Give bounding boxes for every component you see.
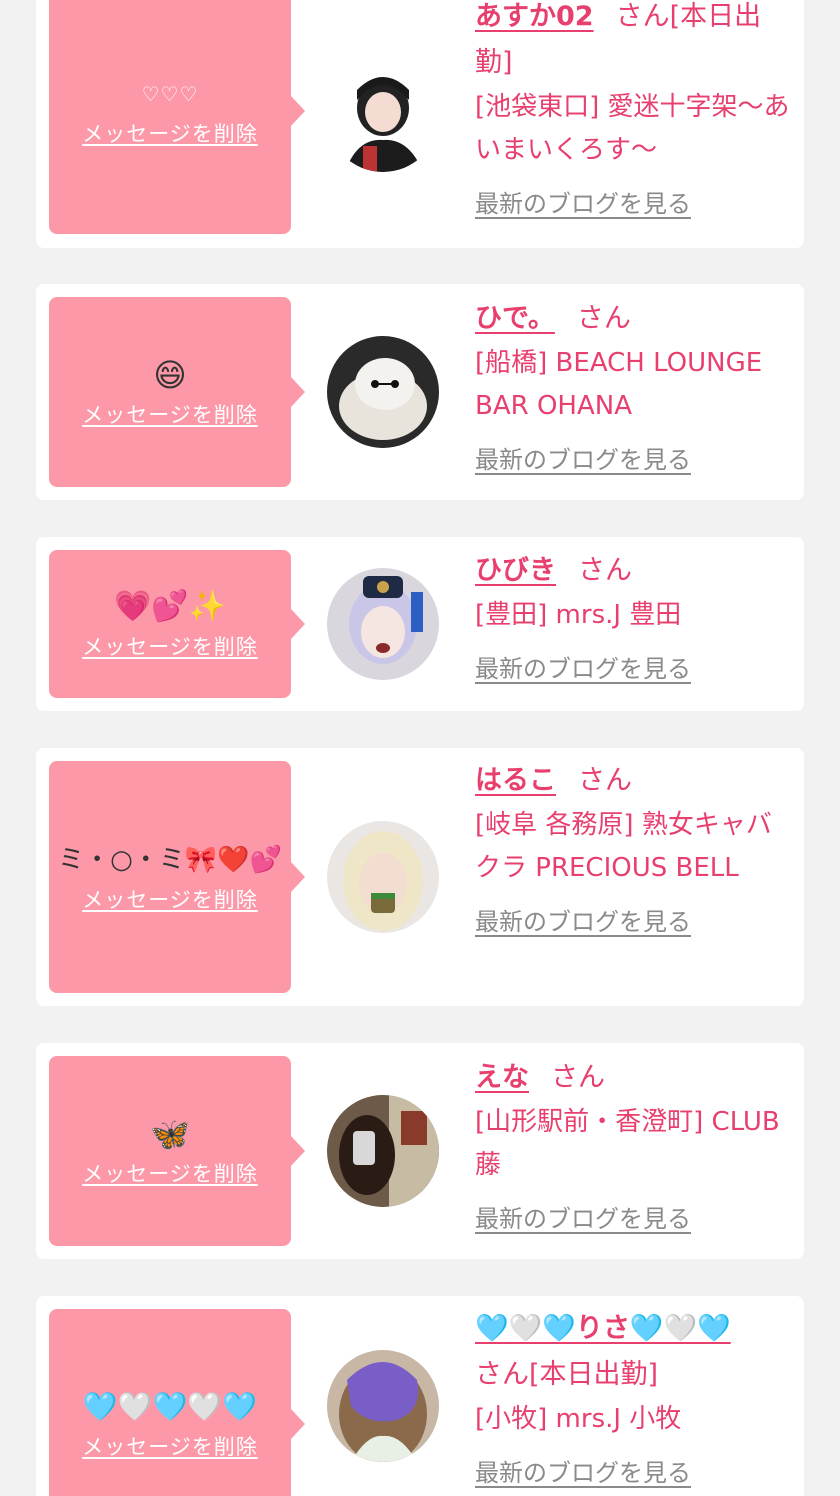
message-bubble: ♡♡♡ メッセージを削除 (49, 0, 305, 234)
latest-blog-link[interactable]: 最新のブログを見る (475, 1199, 691, 1234)
shop-name: [豊田] mrs.J 豊田 (475, 600, 682, 630)
name-suffix: さん (576, 303, 631, 334)
shop-name: [船橋] BEACH LOUNGE BAR OHANA (475, 348, 763, 421)
message-bubble: ミ・○・ミ🎀❤️💕 メッセージを削除 (49, 761, 305, 993)
name-line: あすか02 さん[本日出勤] (475, 0, 793, 86)
delete-message-link[interactable]: メッセージを削除 (82, 1158, 258, 1188)
cast-info: 🩵🤍🩵りさ🩵🤍🩵 さん[本日出勤] [小牧] mrs.J 小牧 最新のブログを見… (475, 1306, 793, 1488)
message-text: 😄 (153, 356, 187, 394)
name-suffix: さん (578, 555, 632, 586)
delete-message-link[interactable]: メッセージを削除 (82, 399, 258, 429)
cast-name-link[interactable]: えな (475, 1062, 529, 1093)
message-bubble: 😄 メッセージを削除 (49, 297, 305, 487)
name-line: はるこ さん (475, 758, 793, 804)
delete-message-link[interactable]: メッセージを削除 (82, 884, 258, 914)
latest-blog-link[interactable]: 最新のブログを見る (475, 649, 691, 684)
message-card: 🩵🤍🩵🤍🩵 メッセージを削除 🩵🤍🩵りさ🩵🤍🩵 さん[本日出勤] [小牧] mr… (36, 1296, 804, 1496)
message-text: ♡♡♡ (141, 82, 199, 106)
cast-name-link[interactable]: 🩵🤍🩵りさ🩵🤍🩵 (475, 1313, 731, 1344)
avatar[interactable] (327, 336, 439, 448)
cast-name-link[interactable]: はるこ (475, 765, 556, 796)
latest-blog-link[interactable]: 最新のブログを見る (475, 1453, 691, 1488)
name-suffix: さん (551, 1062, 605, 1093)
message-card: ♡♡♡ メッセージを削除 あすか02 さん[本日出勤] [池袋東口] 愛迷十字架〜… (36, 0, 804, 248)
latest-blog-link[interactable]: 最新のブログを見る (475, 184, 691, 219)
cast-info: ひびき さん [豊田] mrs.J 豊田 最新のブログを見る (475, 548, 793, 684)
cast-name-link[interactable]: あすか02 (475, 1, 594, 32)
name-line: 🩵🤍🩵りさ🩵🤍🩵 (475, 1306, 793, 1352)
delete-message-link[interactable]: メッセージを削除 (82, 1431, 258, 1461)
shop-name: [池袋東口] 愛迷十字架〜あいまいくろす〜 (475, 92, 790, 165)
message-bubble: 💗💕✨ メッセージを削除 (49, 550, 305, 698)
name-line: ひで。 さん (475, 296, 793, 342)
cast-info: あすか02 さん[本日出勤] [池袋東口] 愛迷十字架〜あいまいくろす〜 最新のブ… (475, 0, 793, 219)
shop-name: [岐阜 各務原] 熟女キャバクラ PRECIOUS BELL (475, 810, 772, 883)
name-line: えな さん (475, 1055, 793, 1101)
cast-info: ひで。 さん [船橋] BEACH LOUNGE BAR OHANA 最新のブログ… (475, 296, 793, 475)
avatar[interactable] (327, 1095, 439, 1207)
avatar[interactable] (327, 60, 439, 172)
avatar[interactable] (327, 1350, 439, 1462)
message-bubble: 🦋 メッセージを削除 (49, 1056, 305, 1246)
cast-name-link[interactable]: ひで。 (475, 303, 555, 334)
avatar[interactable] (327, 821, 439, 933)
delete-message-link[interactable]: メッセージを削除 (82, 118, 258, 148)
cast-name-link[interactable]: ひびき (475, 555, 556, 586)
message-text: 🦋 (150, 1115, 190, 1153)
latest-blog-link[interactable]: 最新のブログを見る (475, 440, 691, 475)
shop-name: [小牧] mrs.J 小牧 (475, 1404, 682, 1434)
name-suffix: さん[本日出勤] (475, 1359, 659, 1390)
message-card: 💗💕✨ メッセージを削除 ひびき さん [豊田] mrs.J 豊田 最新のブログを… (36, 537, 804, 711)
avatar[interactable] (327, 568, 439, 680)
message-card: ミ・○・ミ🎀❤️💕 メッセージを削除 はるこ さん [岐阜 各務原] 熟女キャバク… (36, 748, 804, 1006)
message-text: 💗💕✨ (113, 589, 227, 624)
cast-info: はるこ さん [岐阜 各務原] 熟女キャバクラ PRECIOUS BELL 最新の… (475, 758, 793, 937)
message-card: 😄 メッセージを削除 ひで。 さん [船橋] BEACH LOUNGE BAR O… (36, 284, 804, 500)
message-text: 🩵🤍🩵🤍🩵 (82, 1390, 258, 1423)
latest-blog-link[interactable]: 最新のブログを見る (475, 902, 691, 937)
shop-name: [山形駅前・香澄町] CLUB 藤 (475, 1107, 780, 1180)
message-card: 🦋 メッセージを削除 えな さん [山形駅前・香澄町] CLUB 藤 最新のブログ… (36, 1043, 804, 1259)
message-text: ミ・○・ミ🎀❤️💕 (58, 845, 282, 875)
message-bubble: 🩵🤍🩵🤍🩵 メッセージを削除 (49, 1309, 305, 1496)
cast-info: えな さん [山形駅前・香澄町] CLUB 藤 最新のブログを見る (475, 1055, 793, 1234)
name-line: ひびき さん (475, 548, 793, 594)
delete-message-link[interactable]: メッセージを削除 (82, 631, 258, 661)
name-suffix: さん (578, 765, 632, 796)
